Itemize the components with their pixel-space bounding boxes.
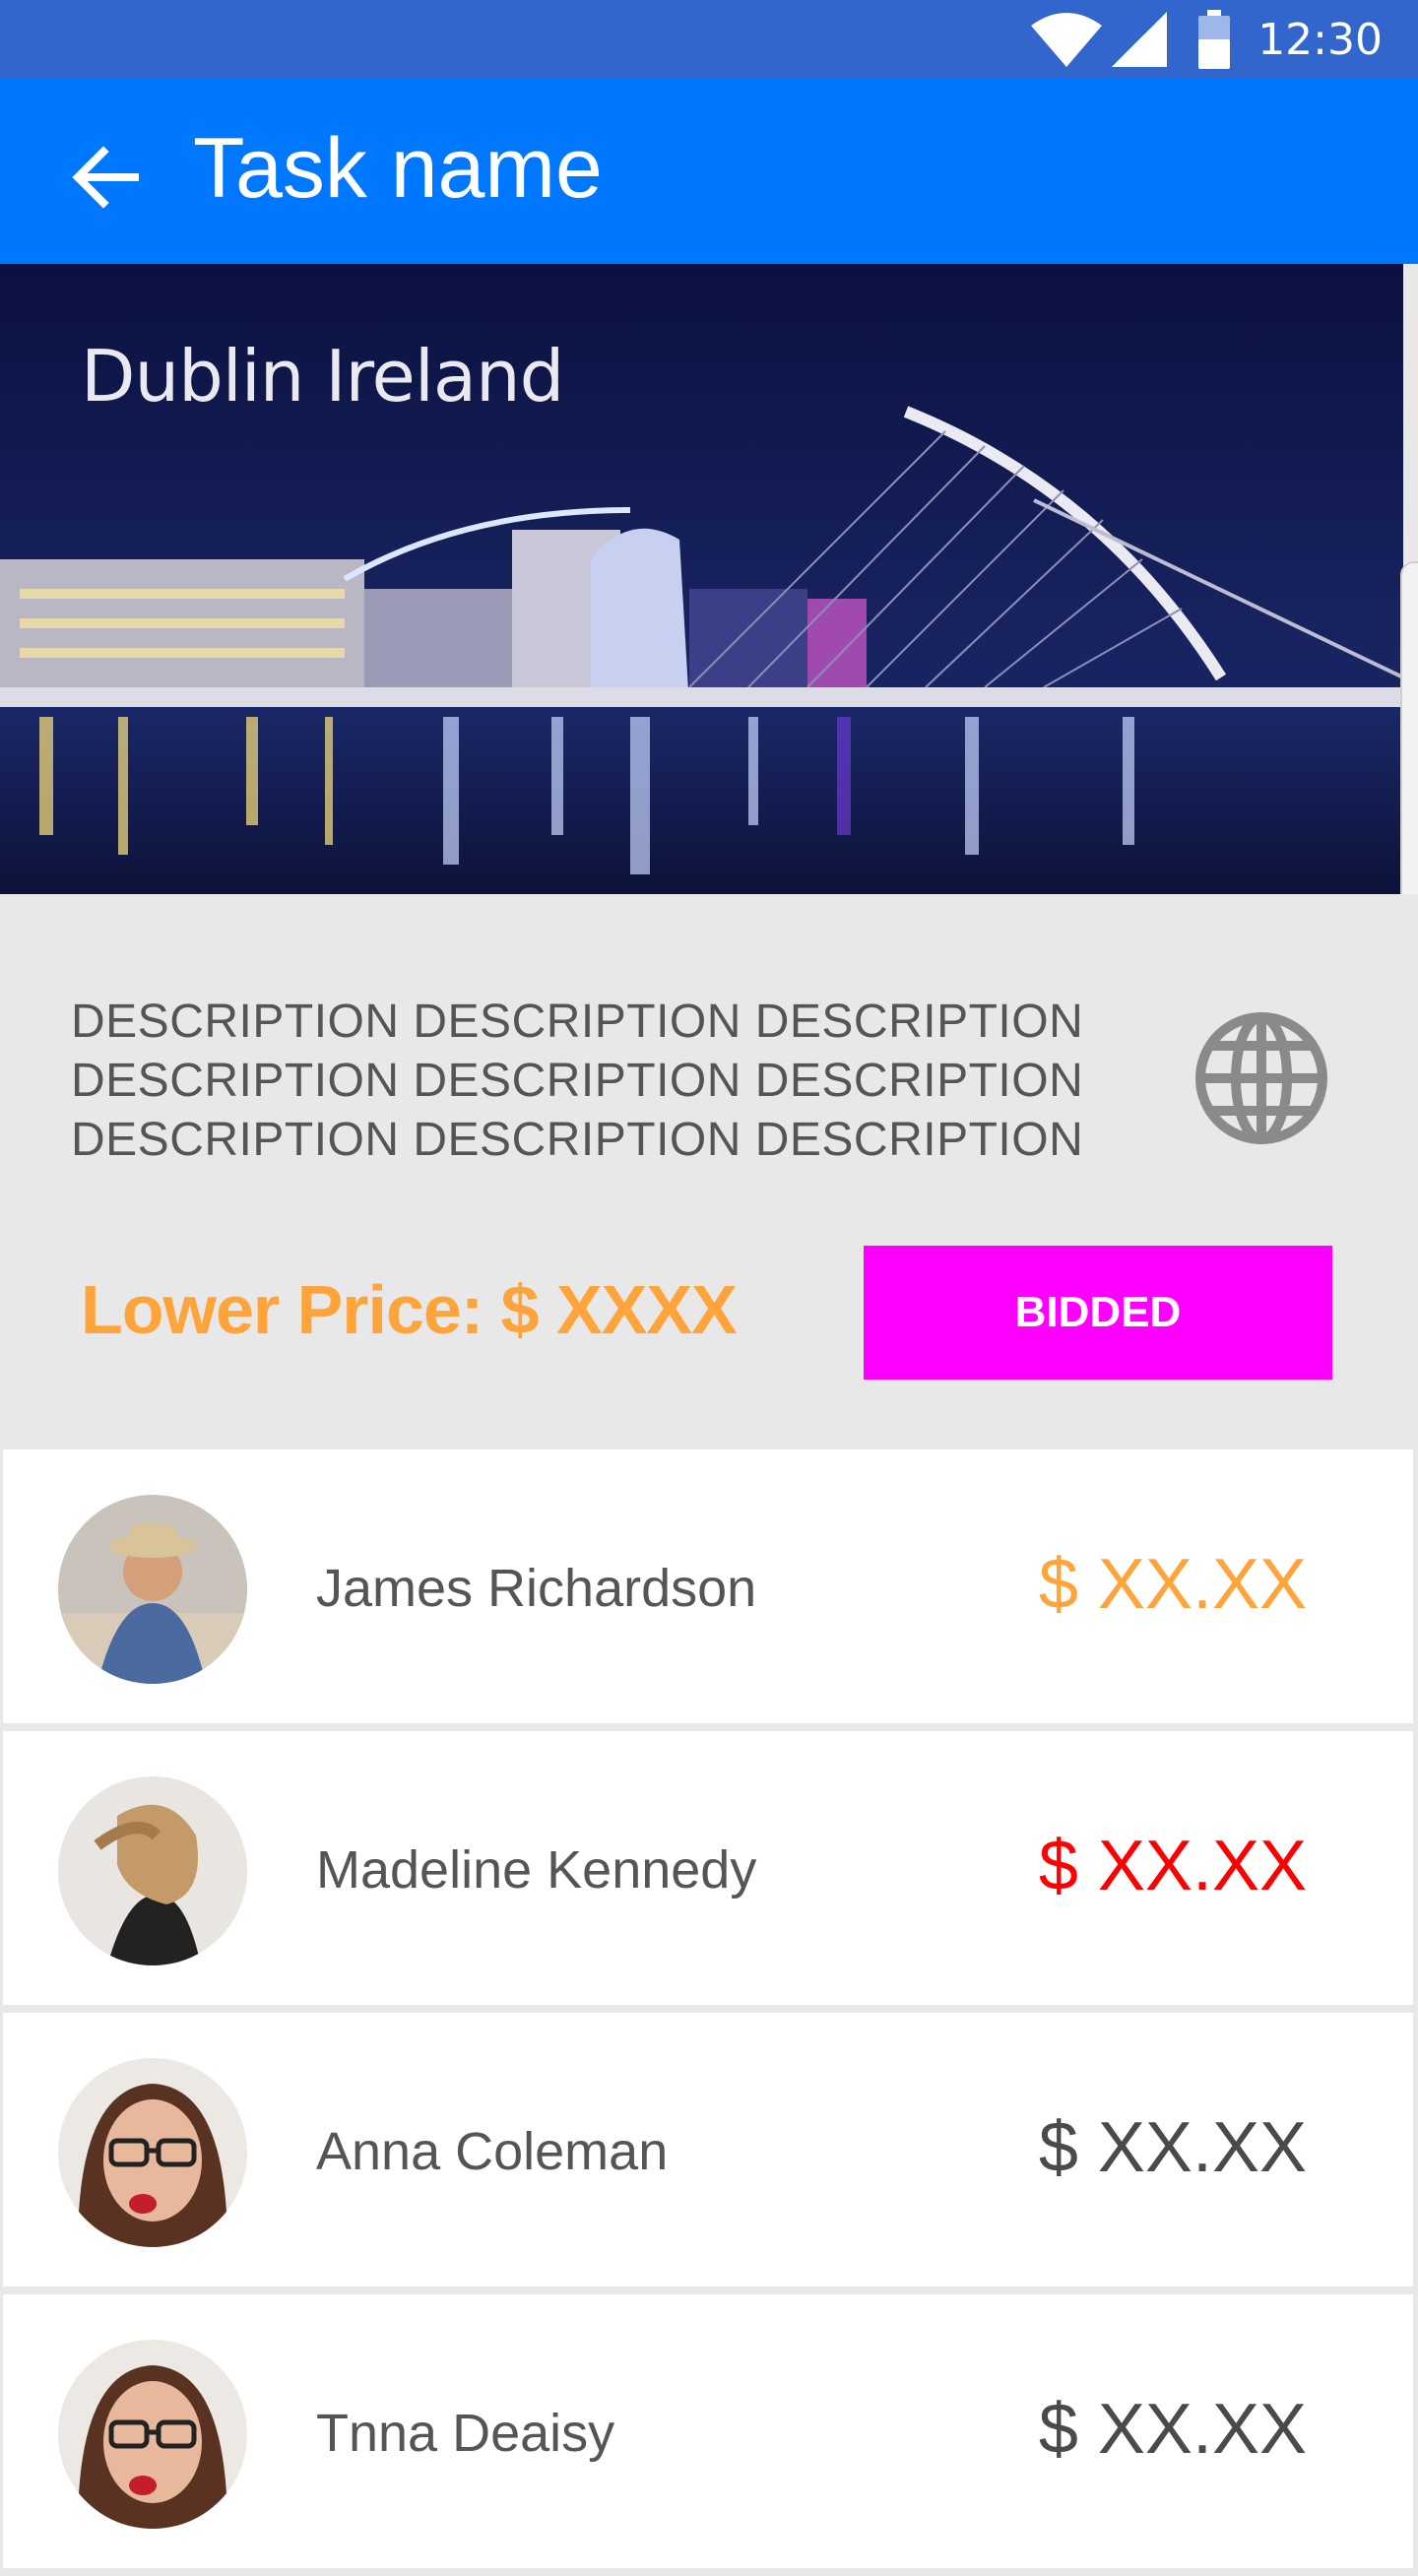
avatar (58, 1495, 247, 1684)
status-bar: 12:30 (0, 0, 1418, 79)
app-bar: Task name (0, 79, 1418, 264)
hero-caption: Dublin Ireland (81, 335, 564, 418)
lower-price: Lower Price: $ XXXX (81, 1271, 738, 1348)
bid-amount: $ XX.XX (1038, 2108, 1307, 2187)
bidder-name: Anna Coleman (316, 2122, 669, 2181)
list-item[interactable]: Anna Coleman $ XX.XX (3, 2013, 1413, 2286)
bidder-name: James Richardson (316, 1559, 757, 1618)
bid-amount: $ XX.XX (1038, 2390, 1307, 2469)
task-description: DESCRIPTION DESCRIPTION DESCRIPTION DESC… (71, 996, 1084, 1166)
bidded-button[interactable]: BIDDED (864, 1246, 1332, 1380)
wifi-icon (1029, 10, 1104, 69)
avatar (58, 2058, 247, 2247)
page-title: Task name (193, 121, 603, 216)
back-button[interactable] (65, 140, 144, 219)
bid-amount: $ XX.XX (1038, 1545, 1307, 1624)
hero-image: Dublin Ireland (0, 264, 1403, 894)
bid-list: James Richardson $ XX.XX Madeline Kenned… (3, 1449, 1413, 2576)
list-item[interactable]: James Richardson $ XX.XX (3, 1449, 1413, 1723)
arrow-left-icon (70, 145, 139, 214)
avatar (58, 2340, 247, 2529)
battery-icon (1198, 10, 1231, 69)
globe-icon[interactable] (1193, 1010, 1329, 1146)
list-item[interactable]: Tnna Deaisy $ XX.XX (3, 2294, 1413, 2568)
signal-icon (1110, 10, 1171, 69)
avatar (58, 1776, 247, 1965)
status-time: 12:30 (1257, 14, 1383, 65)
list-item[interactable]: Madeline Kennedy $ XX.XX (3, 1731, 1413, 2005)
bidder-name: Tnna Deaisy (316, 2404, 615, 2463)
bid-amount: $ XX.XX (1038, 1827, 1307, 1905)
bidder-name: Madeline Kennedy (316, 1840, 757, 1900)
task-details: DESCRIPTION DESCRIPTION DESCRIPTION DESC… (0, 894, 1418, 1446)
